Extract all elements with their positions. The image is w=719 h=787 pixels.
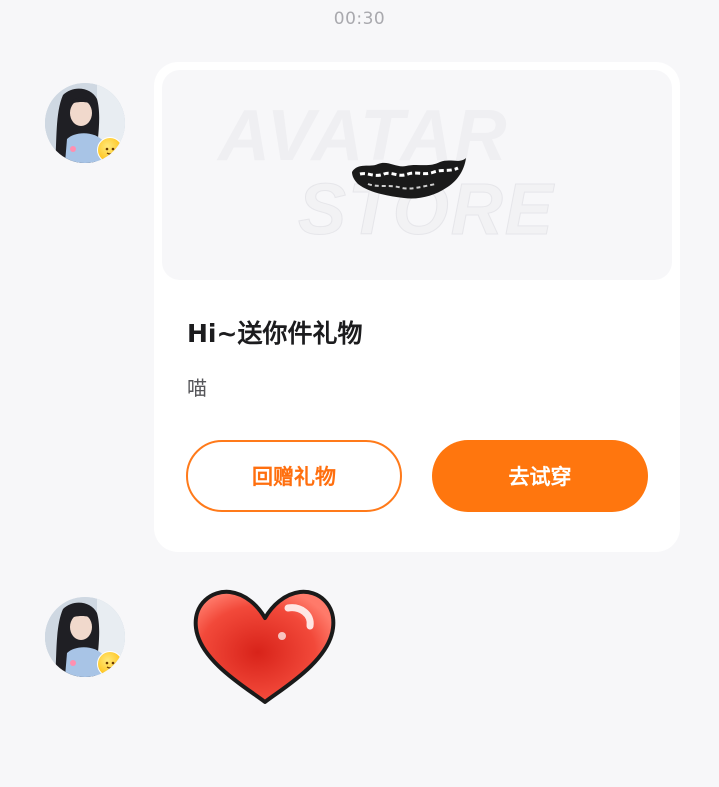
avatar-photo: [45, 597, 125, 677]
sender-avatar[interactable]: [45, 83, 125, 163]
timestamp: 00:30: [333, 9, 386, 29]
gift-card[interactable]: AVATAR STORE Hi~送你件礼物 喵 回赠礼物 去试穿: [154, 62, 680, 552]
red-heart-icon[interactable]: [190, 586, 340, 712]
avatar-photo: [45, 83, 125, 163]
gift-banner: AVATAR STORE: [162, 70, 672, 280]
gift-subtitle: 喵: [187, 376, 207, 400]
sender-avatar[interactable]: [45, 597, 125, 677]
avatar-badge-icon: [97, 651, 123, 677]
return-gift-button[interactable]: 回赠礼物: [186, 440, 402, 512]
mouth-teeth-icon: [348, 154, 468, 214]
gift-title: Hi~送你件礼物: [187, 319, 363, 348]
try-on-button[interactable]: 去试穿: [432, 440, 648, 512]
avatar-badge-icon: [97, 137, 123, 163]
